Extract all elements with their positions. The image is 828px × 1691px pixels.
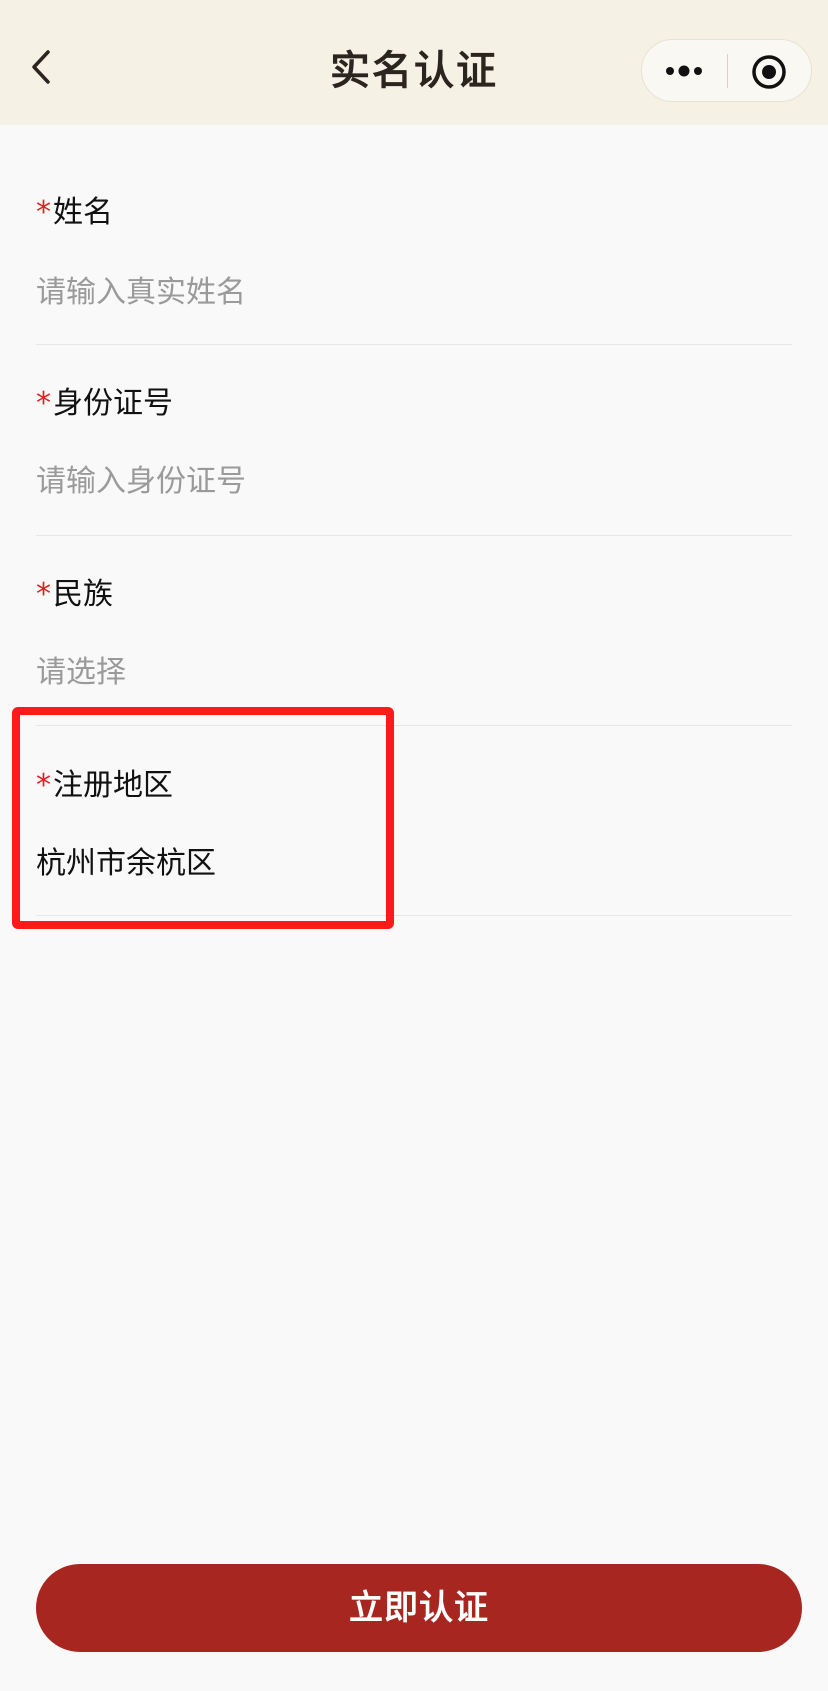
navigation-bar: 实名认证 bbox=[0, 0, 828, 125]
back-button[interactable] bbox=[22, 38, 66, 96]
divider bbox=[36, 344, 792, 345]
submit-verification-button[interactable]: 立即认证 bbox=[36, 1564, 802, 1652]
field-label-ethnicity: *民族 bbox=[36, 577, 113, 612]
target-close-icon[interactable] bbox=[750, 53, 788, 91]
highlight-box bbox=[12, 707, 394, 929]
divider bbox=[36, 535, 792, 536]
ethnicity-select[interactable]: 请选择 bbox=[36, 648, 126, 698]
name-input[interactable]: 请输入真实姓名 bbox=[36, 268, 246, 318]
field-label-id-number: *身份证号 bbox=[36, 386, 173, 421]
chevron-left-icon bbox=[32, 50, 50, 84]
more-dots-icon[interactable] bbox=[662, 56, 712, 86]
capsule-divider bbox=[727, 54, 728, 88]
field-label-name: *姓名 bbox=[36, 195, 113, 230]
required-marker: * bbox=[36, 386, 51, 421]
id-number-input[interactable]: 请输入身份证号 bbox=[36, 457, 246, 507]
page-title: 实名认证 bbox=[330, 47, 498, 94]
required-marker: * bbox=[36, 195, 51, 230]
mini-program-capsule bbox=[641, 39, 812, 102]
required-marker: * bbox=[36, 577, 51, 612]
